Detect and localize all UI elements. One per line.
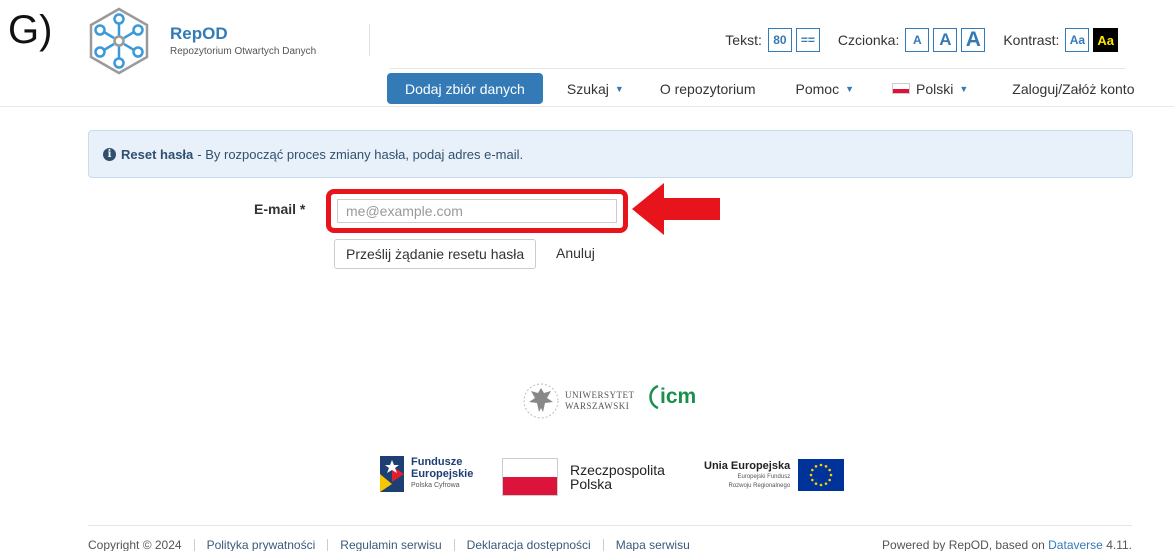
nav-help-label: Pomoc xyxy=(795,80,840,97)
eu-star-icon xyxy=(814,482,818,485)
header-bottom-border xyxy=(0,106,1174,107)
powered-by-text: Powered by RepOD, based on xyxy=(882,538,1045,551)
accessibility-toolbar: Tekst: 80 == Czcionka: A A A Kontrast: A… xyxy=(725,28,1122,52)
eu-star-icon xyxy=(811,468,814,472)
email-input[interactable] xyxy=(337,199,617,223)
font-size-label: Czcionka: xyxy=(837,32,900,48)
text-size-button[interactable]: 80 xyxy=(767,28,792,52)
rzeczpospolita-polska-logo[interactable]: Rzeczpospolita Polska xyxy=(502,458,665,496)
poland-flag-icon xyxy=(502,458,558,496)
eu-star-icon xyxy=(829,473,833,477)
eu-flag-icon xyxy=(798,459,845,491)
nav-help-dropdown[interactable]: Pomoc ▼ xyxy=(778,73,877,104)
footer-divider xyxy=(88,525,1132,526)
copyright-text: Copyright © 2024 xyxy=(88,538,182,551)
contrast-normal-button[interactable]: Aa xyxy=(1065,28,1090,52)
nav-search-dropdown[interactable]: Szukaj ▼ xyxy=(553,73,638,104)
uw-logo[interactable]: UNIWERSYTET WARSZAWSKI xyxy=(523,380,635,422)
eu-star-icon xyxy=(819,483,823,487)
contrast-high-button[interactable]: Aa xyxy=(1093,28,1118,52)
nav-search-label: Szukaj xyxy=(566,80,609,97)
font-large-button[interactable]: A xyxy=(961,28,986,52)
dataverse-version: 4.11. xyxy=(1106,538,1132,551)
fe-line2: Europejskie xyxy=(411,468,474,480)
alert-message: - By rozpocząć proces zmiany hasła, poda… xyxy=(197,146,524,162)
eu-star-icon xyxy=(824,482,828,485)
eu-star-icon xyxy=(828,468,832,472)
info-icon: i xyxy=(103,147,116,161)
repod-logo-icon[interactable] xyxy=(84,6,154,76)
icm-logo[interactable]: icm xyxy=(646,384,696,410)
eagle-emblem-icon xyxy=(523,383,559,419)
fe-star-icon xyxy=(380,456,404,492)
text-size-label: Tekst: xyxy=(725,32,762,48)
login-link[interactable]: Zaloguj/Załóż konto xyxy=(998,73,1148,104)
eu-star-icon xyxy=(828,478,832,482)
sitemap-link[interactable]: Mapa serwisu xyxy=(616,538,690,551)
reset-password-alert: i Reset hasła - By rozpocząć proces zmia… xyxy=(88,130,1133,178)
add-dataset-button[interactable]: Dodaj zbiór danych xyxy=(387,73,543,104)
uw-name-line2: WARSZAWSKI xyxy=(565,401,630,411)
nav-divider xyxy=(390,68,1126,69)
caret-down-icon: ▼ xyxy=(845,83,855,94)
icm-swoosh-icon xyxy=(649,384,659,410)
terms-link[interactable]: Regulamin serwisu xyxy=(340,538,441,551)
powered-by: Powered by RepOD, based on Dataverse 4.1… xyxy=(882,538,1132,551)
contrast-label: Kontrast: xyxy=(1003,32,1060,48)
panel-label: G) xyxy=(8,8,53,52)
accessibility-statement-link[interactable]: Deklaracja dostępności xyxy=(467,538,591,551)
language-label: Polski xyxy=(916,80,954,97)
language-dropdown[interactable]: Polski ▼ xyxy=(876,73,998,104)
email-highlight-box xyxy=(326,189,628,233)
poland-flag-icon xyxy=(892,83,911,94)
unia-europejska-logo[interactable]: Unia Europejska Europejski Fundusz Rozwo… xyxy=(704,459,845,491)
uw-name-line1: UNIWERSYTET xyxy=(565,390,635,400)
eu-star-icon xyxy=(811,478,814,482)
main-nav: Dodaj zbiór danych Szukaj ▼ O repozytori… xyxy=(387,73,1148,104)
brand-subtitle: Repozytorium Otwartych Danych xyxy=(170,46,317,57)
footer-links: Copyright © 2024 Polityka prywatności Re… xyxy=(88,538,690,551)
fe-line1: Fundusze xyxy=(411,456,463,468)
arrow-left-icon xyxy=(632,183,720,235)
rp-line2: Polska xyxy=(570,476,613,492)
font-small-button[interactable]: A xyxy=(905,28,930,52)
rp-line1: Rzeczpospolita xyxy=(570,462,665,478)
cancel-button[interactable]: Anuluj xyxy=(556,245,595,261)
header-divider xyxy=(369,24,370,56)
ue-line1: Unia Europejska xyxy=(704,460,791,472)
caret-down-icon: ▼ xyxy=(959,83,969,94)
alert-title: Reset hasła xyxy=(121,146,194,162)
submit-reset-button[interactable]: Prześlij żądanie resetu hasła xyxy=(334,239,537,269)
eu-star-icon xyxy=(809,473,813,477)
text-spacing-button[interactable]: == xyxy=(795,28,820,52)
eu-star-icon xyxy=(814,465,818,468)
font-medium-button[interactable]: A xyxy=(933,28,958,52)
ue-line3: Rozwoju Regionalnego xyxy=(728,483,791,489)
caret-down-icon: ▼ xyxy=(614,83,624,94)
icm-wordmark: icm xyxy=(660,385,697,408)
eu-star-icon xyxy=(824,465,828,468)
fe-line3: Polska Cyfrowa xyxy=(411,482,460,489)
fundusze-europejskie-logo[interactable]: Fundusze Europejskie Polska Cyfrowa xyxy=(380,456,473,492)
brand-name[interactable]: RepOD xyxy=(170,24,228,44)
ue-line2: Europejski Fundusz xyxy=(737,474,791,480)
nav-about-link[interactable]: O repozytorium xyxy=(638,73,778,104)
dataverse-link[interactable]: Dataverse xyxy=(1048,538,1103,551)
eu-star-icon xyxy=(819,463,823,467)
email-label: E-mail * xyxy=(254,201,306,217)
privacy-policy-link[interactable]: Polityka prywatności xyxy=(207,538,316,551)
